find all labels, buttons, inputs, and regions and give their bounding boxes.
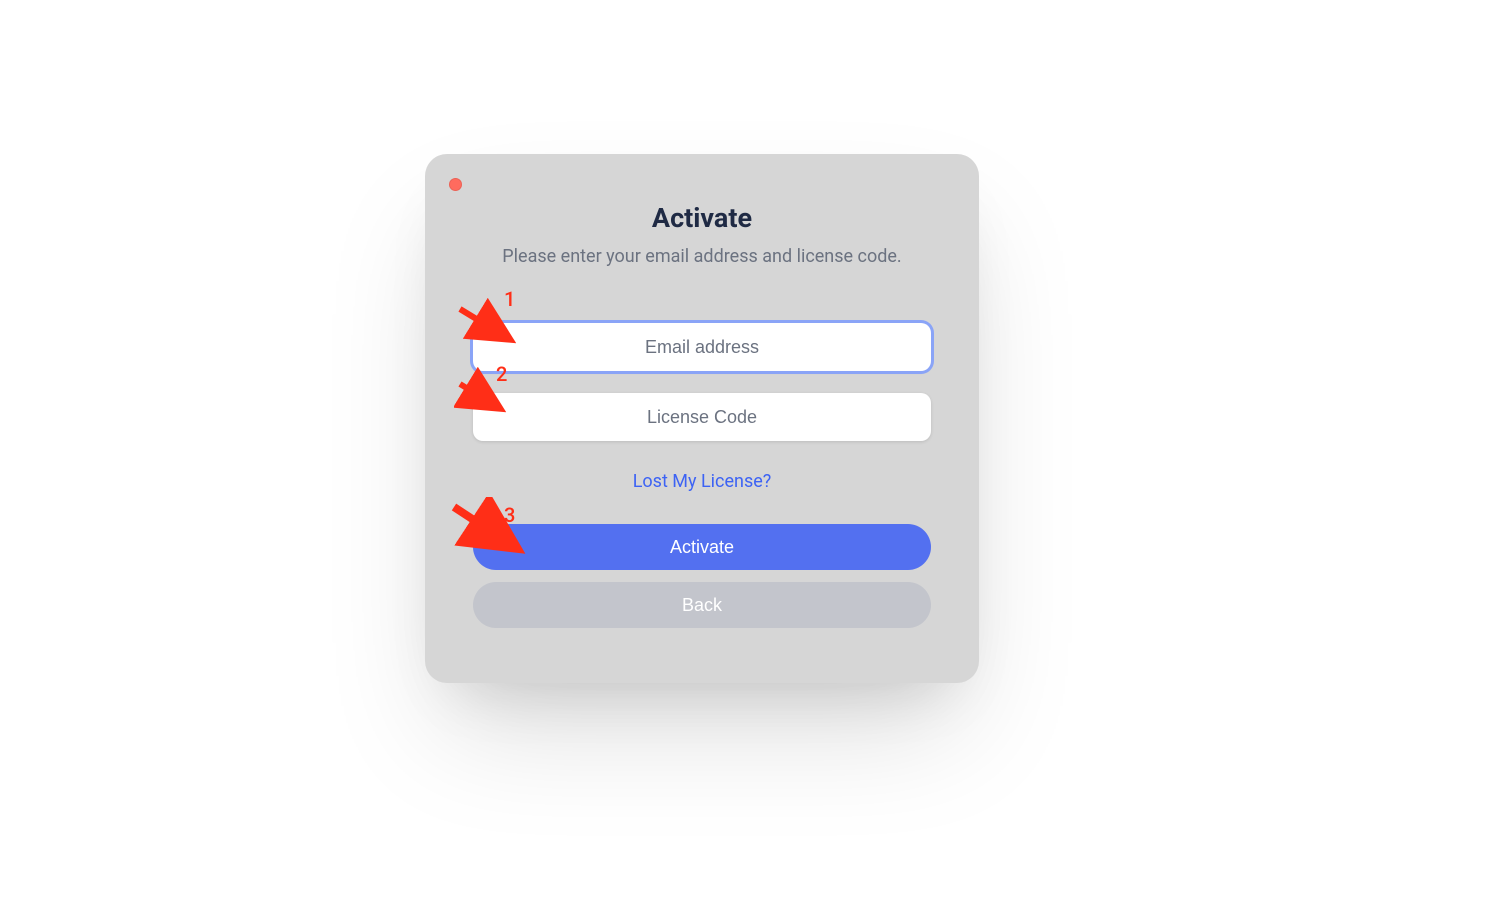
activate-button[interactable]: Activate — [473, 524, 931, 570]
back-button[interactable]: Back — [473, 582, 931, 628]
stage: Activate Please enter your email address… — [0, 0, 1500, 900]
activation-dialog: Activate Please enter your email address… — [425, 154, 979, 683]
button-row: Activate Back — [425, 524, 979, 628]
dialog-title: Activate — [425, 154, 979, 234]
close-icon[interactable] — [449, 178, 462, 191]
lost-license-link[interactable]: Lost My License? — [473, 471, 931, 492]
email-input[interactable] — [473, 323, 931, 371]
dialog-subtitle: Please enter your email address and lice… — [425, 246, 979, 267]
form: Lost My License? — [425, 323, 979, 492]
license-code-input[interactable] — [473, 393, 931, 441]
